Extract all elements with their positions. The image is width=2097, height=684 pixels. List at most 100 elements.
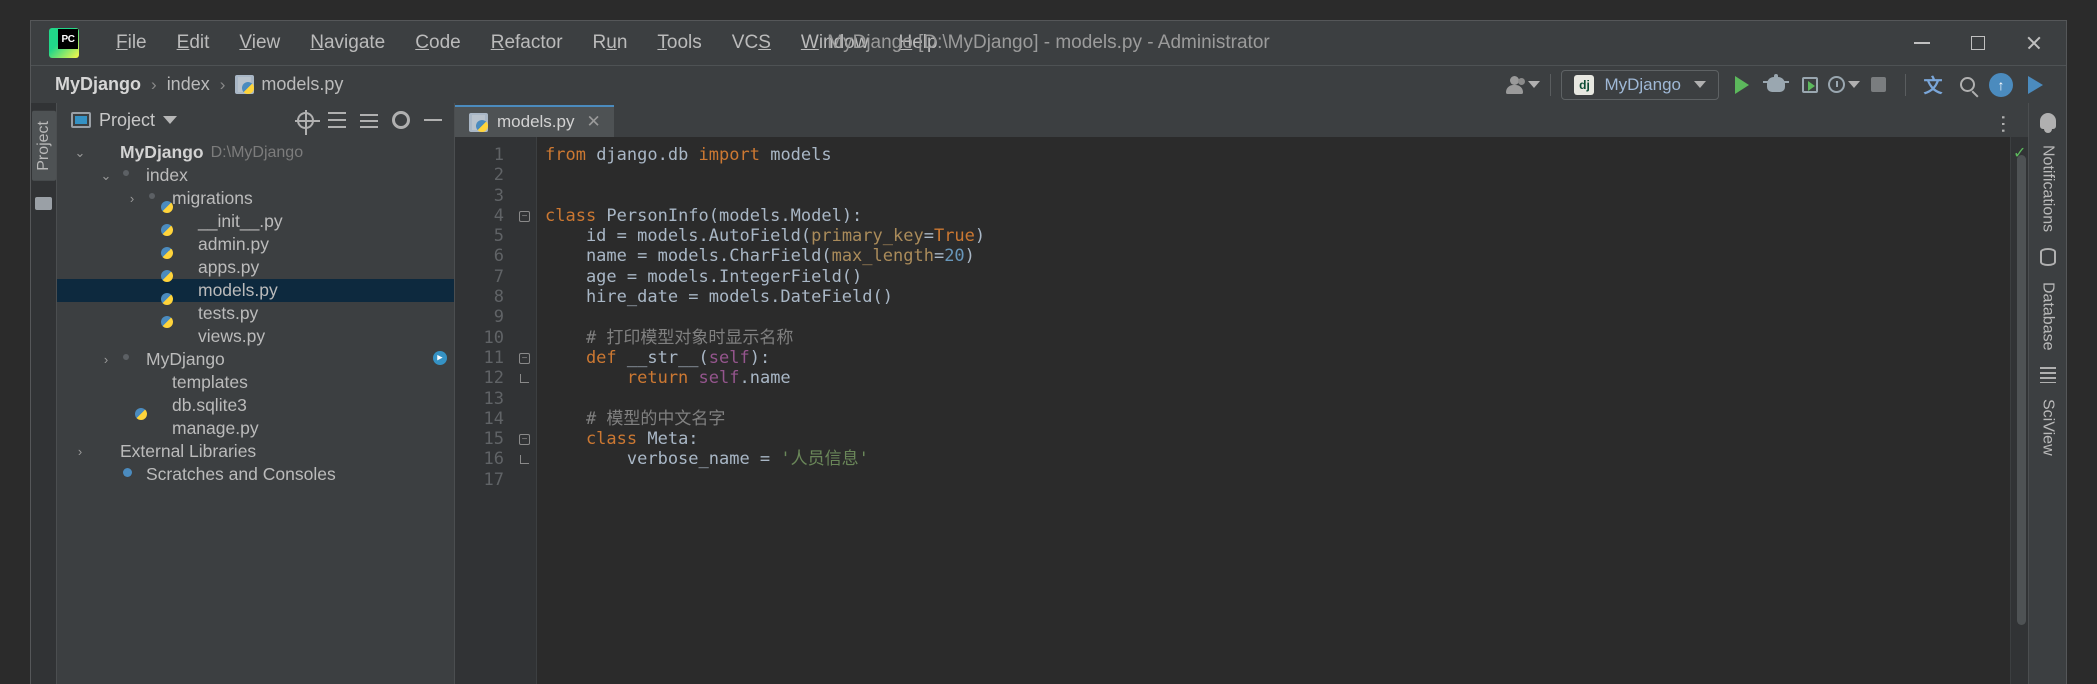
tree-item-models-py[interactable]: models.py	[57, 279, 454, 302]
collapse-all-button[interactable]	[356, 107, 382, 133]
fold-marker[interactable]: −	[513, 206, 536, 226]
fold-collapse-icon[interactable]: −	[519, 433, 530, 445]
menu-item-window[interactable]: Window	[786, 29, 884, 57]
menu-item-view[interactable]: View	[224, 29, 295, 57]
run-button[interactable]	[1725, 70, 1759, 100]
notifications-bell-icon[interactable]	[2039, 113, 2056, 133]
tree-item-templates[interactable]: templates	[57, 371, 454, 394]
chevron-right-icon[interactable]: ›	[125, 191, 139, 206]
chevron-right-icon[interactable]: ›	[73, 444, 87, 459]
tree-item-admin-py[interactable]: admin.py	[57, 233, 454, 256]
code-line[interactable]	[545, 389, 2010, 409]
translate-button[interactable]: 文	[1916, 70, 1950, 100]
breadcrumb-item-index[interactable]: index	[161, 72, 216, 97]
breadcrumb-item-file[interactable]: models.py	[229, 72, 349, 97]
code-folding-gutter[interactable]: − − −	[513, 137, 537, 684]
tree-item-migrations[interactable]: › migrations	[57, 187, 454, 210]
code-line[interactable]: name = models.CharField(max_length=20)	[545, 246, 2010, 266]
tree-item-tests-py[interactable]: tests.py	[57, 302, 454, 325]
code-editor[interactable]: 1 2 3 4 5 6 7 8 9 10 11 ▶ 12 13 14 15 16 17 − − − from djan…	[433, 137, 2028, 684]
close-button[interactable]	[2006, 21, 2062, 65]
maximize-button[interactable]	[1950, 21, 2006, 65]
run-gutter-icon[interactable]: ▶	[433, 350, 447, 365]
editor-scrollbar-thumb[interactable]	[2017, 155, 2026, 625]
menu-bar[interactable]: File Edit View Navigate Code Refactor Ru…	[101, 29, 953, 57]
code-line[interactable]	[545, 307, 2010, 327]
breadcrumb: MyDjango › index › models.py	[49, 72, 349, 97]
folder-icon[interactable]	[35, 196, 52, 210]
tree-item-scratches-and-consoles[interactable]: Scratches and Consoles	[57, 463, 454, 486]
code-line[interactable]: id = models.AutoField(primary_key=True)	[545, 226, 2010, 246]
sidebar-item-database[interactable]: Database	[2037, 276, 2059, 357]
tree-item-external-libraries[interactable]: › External Libraries	[57, 440, 454, 463]
tree-item-mydjango[interactable]: › MyDjango	[57, 348, 454, 371]
chevron-down-icon[interactable]: ⌄	[73, 145, 87, 161]
code-line[interactable]: age = models.IntegerField()	[545, 267, 2010, 287]
tree-item-views-py[interactable]: views.py	[57, 325, 454, 348]
close-icon[interactable]: ✕	[586, 112, 600, 132]
search-everywhere-button[interactable]	[1950, 70, 1984, 100]
menu-item-navigate[interactable]: Navigate	[295, 29, 400, 57]
code-content[interactable]: from django.db import models class Perso…	[537, 137, 2010, 684]
menu-item-code[interactable]: Code	[400, 29, 475, 57]
menu-item-edit[interactable]: Edit	[162, 29, 225, 57]
fold-marker[interactable]	[513, 368, 536, 388]
settings-button[interactable]	[388, 107, 414, 133]
menu-item-help[interactable]: Help	[883, 29, 952, 57]
expand-all-button[interactable]	[324, 107, 350, 133]
code-line[interactable]: class Meta:	[545, 429, 2010, 449]
more-options-icon[interactable]: ⋯	[1991, 114, 2016, 135]
chevron-down-icon[interactable]: ⌄	[99, 168, 113, 184]
sidebar-item-sciview[interactable]: SciView	[2037, 393, 2059, 462]
code-line[interactable]	[545, 470, 2010, 490]
chevron-down-icon[interactable]	[163, 116, 178, 124]
hide-panel-button[interactable]	[420, 107, 446, 133]
fold-collapse-icon[interactable]: −	[519, 210, 530, 222]
inspection-stripe[interactable]: ✓	[2010, 137, 2028, 684]
fold-collapse-icon[interactable]: −	[519, 352, 530, 364]
minimize-button[interactable]	[1894, 21, 1950, 65]
run-configuration-selector[interactable]: dj MyDjango	[1561, 69, 1719, 100]
fold-marker[interactable]: −	[513, 348, 536, 368]
run-coverage-button[interactable]	[1793, 70, 1827, 100]
code-line[interactable]: # 打印模型对象时显示名称	[545, 328, 2010, 348]
code-line[interactable]: return self.name	[545, 368, 2010, 388]
tree-item-db-sqlite3[interactable]: db.sqlite3	[57, 394, 454, 417]
code-token: def	[545, 347, 627, 368]
profile-button[interactable]	[1827, 70, 1861, 100]
menu-item-tools[interactable]: Tools	[642, 29, 716, 57]
code-line[interactable]: # 模型的中文名字	[545, 409, 2010, 429]
tree-item-index[interactable]: ⌄ index	[57, 164, 454, 187]
sidebar-item-project[interactable]: Project	[31, 111, 56, 181]
tab-models-py[interactable]: models.py ✕	[455, 105, 614, 137]
code-line[interactable]	[545, 186, 2010, 206]
menu-item-refactor[interactable]: Refactor	[476, 29, 578, 57]
code-line[interactable]: from django.db import models	[545, 145, 2010, 165]
expand-all-icon	[328, 112, 346, 128]
select-opened-file-button[interactable]	[292, 107, 320, 135]
tree-item-manage-py[interactable]: manage.py	[57, 417, 454, 440]
code-line[interactable]: class PersonInfo(models.Model):	[545, 206, 2010, 226]
ide-run-button[interactable]	[2018, 70, 2052, 100]
debug-button[interactable]	[1759, 70, 1793, 100]
project-tree[interactable]: ⌄ MyDjango D:\MyDjango ⌄ index › migrations __i…	[57, 137, 454, 684]
stop-button[interactable]	[1861, 70, 1895, 100]
user-account-button[interactable]	[1506, 70, 1541, 100]
tree-item-mydjango[interactable]: ⌄ MyDjango D:\MyDjango	[57, 141, 454, 164]
menu-item-file[interactable]: File	[101, 29, 162, 57]
menu-item-run[interactable]: Run	[578, 29, 643, 57]
tree-item-apps-py[interactable]: apps.py	[57, 256, 454, 279]
code-line[interactable]: hire_date = models.DateField()	[545, 287, 2010, 307]
chevron-right-icon[interactable]: ›	[99, 352, 113, 367]
update-project-button[interactable]: ↑	[1984, 70, 2018, 100]
breadcrumb-item-project[interactable]: MyDjango	[49, 72, 147, 97]
code-line[interactable]: verbose_name = '人员信息'	[545, 449, 2010, 469]
code-line[interactable]: def __str__(self):	[545, 348, 2010, 368]
menu-item-vcs[interactable]: VCS	[717, 29, 786, 57]
fold-marker[interactable]	[513, 449, 536, 469]
code-line[interactable]	[545, 165, 2010, 185]
fold-marker[interactable]: −	[513, 429, 536, 449]
sidebar-item-notifications[interactable]: Notifications	[2037, 139, 2059, 238]
line-number: 1	[493, 145, 504, 165]
tree-item--init-py[interactable]: __init__.py	[57, 210, 454, 233]
